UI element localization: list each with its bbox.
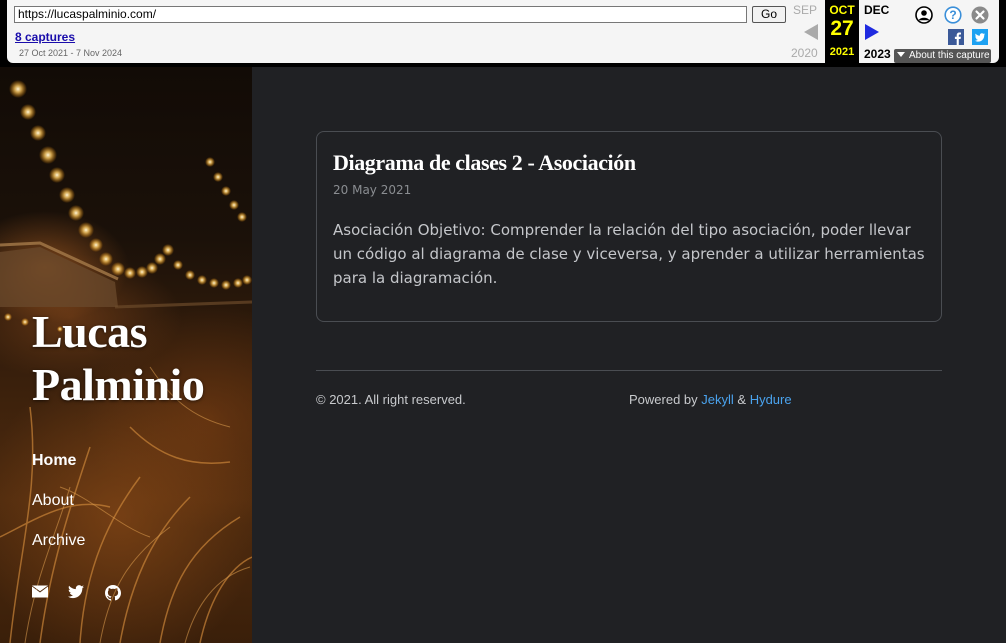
footer-copyright: © 2021. All right reserved.	[316, 392, 466, 407]
post-card: Diagrama de clases 2 - Asociación 20 May…	[316, 131, 942, 322]
svg-text:?: ?	[949, 8, 956, 22]
powered-by-label: Powered by	[629, 392, 702, 407]
next-capture-arrow-icon[interactable]	[865, 24, 879, 40]
site-title-line-1: Lucas	[32, 306, 148, 357]
jekyll-link[interactable]: Jekyll	[701, 392, 734, 407]
wayback-prev-year[interactable]: 2020	[791, 46, 818, 60]
wayback-url-input[interactable]: https://lucaspalminio.com/	[14, 6, 747, 23]
facebook-icon[interactable]	[948, 29, 964, 45]
close-icon[interactable]	[971, 6, 989, 24]
wayback-about-capture-button[interactable]: About this capture	[894, 49, 991, 63]
post-title-link[interactable]: Diagrama de clases 2 - Asociación	[333, 150, 636, 176]
wayback-current-month: OCT	[829, 3, 855, 17]
twitter-icon[interactable]	[972, 29, 988, 45]
footer-powered-by: Powered by Jekyll & Hydure	[629, 392, 792, 407]
wayback-current-day: 27	[830, 17, 854, 40]
site-title[interactable]: Lucas Palminio	[32, 305, 205, 411]
ampersand: &	[733, 392, 750, 407]
nav-archive[interactable]: Archive	[32, 532, 85, 550]
twitter-icon[interactable]	[68, 585, 84, 599]
user-icon[interactable]	[915, 6, 933, 24]
wayback-prev-month[interactable]: SEP	[793, 3, 817, 17]
nav-about[interactable]: About	[32, 492, 74, 510]
envelope-icon[interactable]	[32, 585, 48, 599]
wayback-about-label: About this capture	[909, 50, 990, 61]
wayback-toolbar-panel: https://lucaspalminio.com/ Go 8 captures…	[7, 0, 999, 63]
prev-capture-arrow-icon[interactable]	[804, 24, 818, 40]
nav-home[interactable]: Home	[32, 452, 76, 470]
help-icon[interactable]: ?	[944, 6, 962, 24]
wayback-go-button[interactable]: Go	[752, 6, 786, 23]
caret-down-icon	[897, 52, 905, 57]
hydure-link[interactable]: Hydure	[750, 392, 792, 407]
wayback-next-month[interactable]: DEC	[864, 3, 889, 17]
wayback-next-year[interactable]: 2023	[864, 47, 891, 61]
sidebar: Lucas Palminio Home About Archive	[0, 67, 252, 643]
github-icon[interactable]	[105, 585, 121, 601]
wayback-date-range: 27 Oct 2021 - 7 Nov 2024	[19, 48, 123, 58]
wayback-current-year: 2021	[829, 46, 855, 58]
footer-divider	[316, 370, 942, 371]
wayback-toolbar: https://lucaspalminio.com/ Go 8 captures…	[0, 0, 1006, 67]
wayback-captures-link[interactable]: 8 captures	[15, 30, 75, 44]
post-date: 20 May 2021	[333, 183, 412, 197]
wayback-current-capture: OCT 27 2021	[825, 0, 859, 63]
post-excerpt: Asociación Objetivo: Comprender la relac…	[333, 221, 925, 287]
site-title-line-2: Palminio	[32, 359, 205, 410]
